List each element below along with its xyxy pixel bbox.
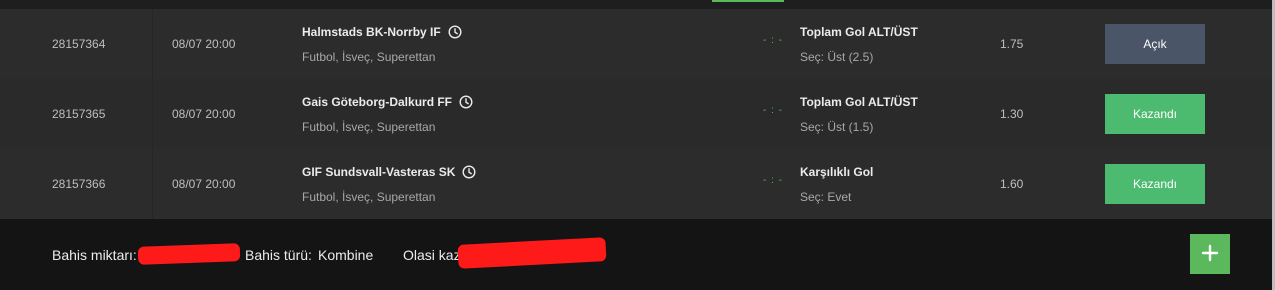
table-row: 28157366 08/07 20:00 GIF Sundsvall-Vaste… xyxy=(0,149,1272,219)
bet-selection: Seç: Üst (1.5) xyxy=(800,120,874,134)
bet-id: 28157364 xyxy=(52,37,106,51)
score: - : - xyxy=(763,175,783,186)
plus-icon xyxy=(1201,244,1219,265)
bet-date: 08/07 20:00 xyxy=(172,177,236,191)
potential-win-redaction xyxy=(457,237,607,269)
column-divider xyxy=(152,9,153,79)
table-row: 28157364 08/07 20:00 Halmstads BK-Norrby… xyxy=(0,9,1272,79)
column-divider xyxy=(152,149,153,219)
status-button-won[interactable]: Kazandı xyxy=(1105,164,1205,204)
bet-market: Toplam Gol ALT/ÜST xyxy=(800,95,918,109)
status-button-open[interactable]: Açık xyxy=(1105,24,1205,64)
bet-id: 28157366 xyxy=(52,177,106,191)
bet-date: 08/07 20:00 xyxy=(172,37,236,51)
bet-selection: Seç: Evet xyxy=(800,190,852,204)
add-button[interactable] xyxy=(1190,234,1230,274)
bet-id: 28157365 xyxy=(52,107,106,121)
match-name-text: Halmstads BK-Norrby IF xyxy=(302,25,441,39)
score: - : - xyxy=(763,35,783,46)
stake-label: Bahis miktarı: xyxy=(52,247,137,263)
bet-market: Karşılıklı Gol xyxy=(800,165,874,179)
active-tab-indicator xyxy=(712,0,784,2)
table-row: 28157365 08/07 20:00 Gais Göteborg-Dalku… xyxy=(0,79,1272,149)
match-name: Gais Göteborg-Dalkurd FF xyxy=(302,95,473,109)
match-name: Halmstads BK-Norrby IF xyxy=(302,25,462,39)
score: - : - xyxy=(763,105,783,116)
bet-type-label: Bahis türü: xyxy=(245,247,312,263)
bet-selection: Seç: Üst (2.5) xyxy=(800,50,874,64)
match-league: Futbol, İsveç, Superettan xyxy=(302,50,436,64)
match-league: Futbol, İsveç, Superettan xyxy=(302,190,436,204)
bet-odds: 1.60 xyxy=(1000,177,1024,191)
clock-icon xyxy=(459,95,473,109)
bet-odds: 1.75 xyxy=(1000,37,1024,51)
column-divider xyxy=(152,79,153,149)
bet-odds: 1.30 xyxy=(1000,107,1024,121)
bet-type-value: Kombine xyxy=(318,247,374,263)
bet-date: 08/07 20:00 xyxy=(172,107,236,121)
status-button-won[interactable]: Kazandı xyxy=(1105,94,1205,134)
top-edge xyxy=(0,0,1275,9)
bet-summary-footer: Bahis miktarı: Bahis türü: Kombine Olasi… xyxy=(0,219,1272,290)
clock-icon xyxy=(462,165,476,179)
match-name: GIF Sundsvall-Vasteras SK xyxy=(302,165,476,179)
bet-slip-panel: 28157364 08/07 20:00 Halmstads BK-Norrby… xyxy=(0,0,1275,290)
bet-market: Toplam Gol ALT/ÜST xyxy=(800,25,918,39)
match-name-text: Gais Göteborg-Dalkurd FF xyxy=(302,95,453,109)
clock-icon xyxy=(448,25,462,39)
stake-redaction xyxy=(137,243,241,265)
match-name-text: GIF Sundsvall-Vasteras SK xyxy=(302,165,456,179)
match-league: Futbol, İsveç, Superettan xyxy=(302,120,436,134)
